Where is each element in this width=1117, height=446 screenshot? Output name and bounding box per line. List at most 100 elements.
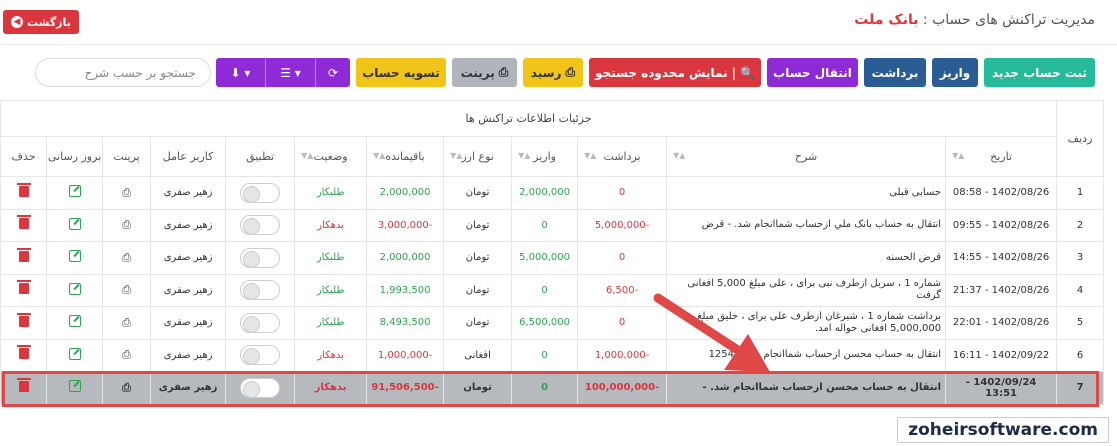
cell-status: طلبکار	[294, 176, 368, 210]
cell-currency: تومان	[443, 273, 513, 307]
cell-withdraw: -6,500	[577, 273, 668, 307]
reconcile-toggle[interactable]	[240, 312, 281, 333]
cell-balance: -1,000,000	[366, 338, 445, 372]
refresh-button[interactable]: ⟳	[316, 58, 350, 87]
title-prefix: مدیریت تراکنش های حساب :	[922, 12, 1095, 28]
print-icon[interactable]: ⎙	[122, 348, 131, 362]
settle-button[interactable]: تسویه حساب	[356, 58, 446, 87]
print-icon[interactable]: ⎙	[122, 251, 131, 265]
search-range-button[interactable]: 🔍 | نمایش محدوده جستجو	[589, 58, 761, 87]
search-input[interactable]	[35, 58, 211, 87]
cell-status: طلبکار	[294, 273, 368, 307]
table-row-highlighted: 7 1402/09/24 - 13:51 انتقال به حساب محسن…	[0, 371, 1105, 405]
print-icon[interactable]: ⎙	[122, 186, 131, 200]
col-deposit[interactable]: واریز ▲▼	[511, 136, 579, 177]
cell-operator: زهیر صفری	[150, 273, 227, 307]
edit-icon[interactable]	[68, 347, 81, 360]
cell-currency: افغانی	[443, 338, 513, 372]
columns-dropdown[interactable]: ☰ ▾	[266, 58, 316, 87]
col-operator: کاربر عامل	[150, 136, 227, 177]
page-header: مدیریت تراکنش های حساب : بانک ملت بازگشت…	[0, 8, 1117, 36]
download-icon: ⬇	[230, 65, 241, 80]
trash-icon[interactable]	[16, 215, 31, 230]
trash-icon[interactable]	[16, 182, 31, 197]
trash-icon[interactable]	[16, 312, 31, 327]
cell-row: 6	[1056, 338, 1105, 372]
reconcile-toggle[interactable]	[240, 377, 281, 398]
reconcile-toggle[interactable]	[240, 247, 281, 268]
cell-withdraw: 0	[577, 176, 668, 210]
cell-withdraw: -1,000,000	[577, 338, 668, 372]
edit-icon[interactable]	[68, 380, 81, 393]
transactions-table: ردیف جزئیات اطلاعات تراکنش ها تاریخ ▲▼ شر…	[0, 100, 1105, 405]
back-button[interactable]: بازگشت ◀	[3, 10, 79, 34]
cell-operator: زهیر صفری	[150, 338, 227, 372]
trash-icon[interactable]	[16, 377, 31, 392]
list-icon: ☰	[280, 65, 291, 80]
cell-balance: -3,000,000	[366, 208, 445, 242]
cell-row: 5	[1056, 306, 1105, 340]
new-account-button[interactable]: ثبت حساب جدید	[984, 58, 1095, 87]
print-button[interactable]: ⎙ پرینت	[452, 58, 517, 87]
reconcile-toggle[interactable]	[240, 182, 281, 203]
print-label: پرینت	[460, 65, 495, 80]
cell-deposit: 0	[511, 208, 579, 242]
export-dropdown[interactable]: ⬇ ▾	[216, 58, 266, 87]
cell-row: 3	[1056, 241, 1105, 275]
trash-icon[interactable]	[16, 247, 31, 262]
edit-icon[interactable]	[68, 217, 81, 230]
reconcile-toggle[interactable]	[240, 215, 281, 236]
print-icon[interactable]: ⎙	[122, 381, 131, 395]
receipt-button[interactable]: ⎙ رسید	[523, 58, 583, 87]
sort-icon: ▲▼	[518, 151, 531, 160]
col-update: بروز رسانی	[46, 136, 104, 177]
print-icon[interactable]: ⎙	[122, 218, 131, 232]
cell-description: انتقال به حساب محسن ازحساب شماانجام شد. …	[666, 371, 947, 405]
trash-icon[interactable]	[16, 345, 31, 360]
back-label: بازگشت	[27, 15, 71, 29]
print-icon[interactable]: ⎙	[122, 283, 131, 297]
watermark: zoheirsoftware.com	[897, 417, 1109, 443]
cell-operator: زهیر صفری	[150, 306, 227, 340]
cell-operator: زهیر صفری	[150, 371, 227, 405]
col-date[interactable]: تاریخ ▲▼	[945, 136, 1058, 177]
cell-delete	[0, 338, 48, 372]
cell-balance: 1,993,500	[366, 273, 445, 307]
table-caption: جزئیات اطلاعات تراکنش ها	[0, 100, 1058, 137]
reconcile-toggle[interactable]	[240, 345, 281, 366]
cell-deposit: 0	[511, 273, 579, 307]
cell-reconcile	[225, 241, 296, 275]
cell-balance: 8,493,500	[366, 306, 445, 340]
col-balance[interactable]: باقیمانده ▲▼	[366, 136, 445, 177]
edit-icon[interactable]	[68, 315, 81, 328]
cell-deposit: 0	[511, 371, 579, 405]
edit-icon[interactable]	[68, 282, 81, 295]
cell-status: بدهکار	[294, 208, 368, 242]
edit-icon[interactable]	[68, 250, 81, 263]
edit-icon[interactable]	[68, 185, 81, 198]
sort-icon: ▲▼	[952, 151, 965, 160]
bank-name: بانک ملت	[854, 12, 919, 28]
col-currency[interactable]: نوع ارز ▲▼	[443, 136, 513, 177]
cell-currency: تومان	[443, 176, 513, 210]
cell-update	[46, 338, 104, 372]
col-print: پرینت	[102, 136, 152, 177]
page-title: مدیریت تراکنش های حساب : بانک ملت	[854, 12, 1095, 28]
cell-reconcile	[225, 273, 296, 307]
cell-description: انتقال به حساب محسن ازحساب شماانجام شد. …	[666, 338, 947, 372]
transfer-button[interactable]: انتقال حساب	[767, 58, 858, 87]
col-withdraw[interactable]: برداشت ▲▼	[577, 136, 668, 177]
withdraw-button[interactable]: برداشت	[864, 58, 926, 87]
col-status[interactable]: وضعیت ▲▼	[294, 136, 368, 177]
cell-status: طلبکار	[294, 241, 368, 275]
print-icon[interactable]: ⎙	[122, 316, 131, 330]
deposit-button[interactable]: واریز	[932, 58, 978, 87]
header-row: تاریخ ▲▼ شرح ▲▼ برداشت ▲▼ واریز ▲▼ نوع ارز ▲▼…	[0, 136, 1104, 177]
col-description[interactable]: شرح ▲▼	[666, 136, 947, 177]
trash-icon[interactable]	[16, 280, 31, 295]
cell-print: ⎙	[102, 241, 152, 275]
cell-update	[46, 208, 104, 242]
search-range-label: نمایش محدوده جستجو	[595, 65, 728, 80]
reconcile-toggle[interactable]	[240, 280, 281, 301]
cell-deposit: 6,500,000	[511, 306, 579, 340]
